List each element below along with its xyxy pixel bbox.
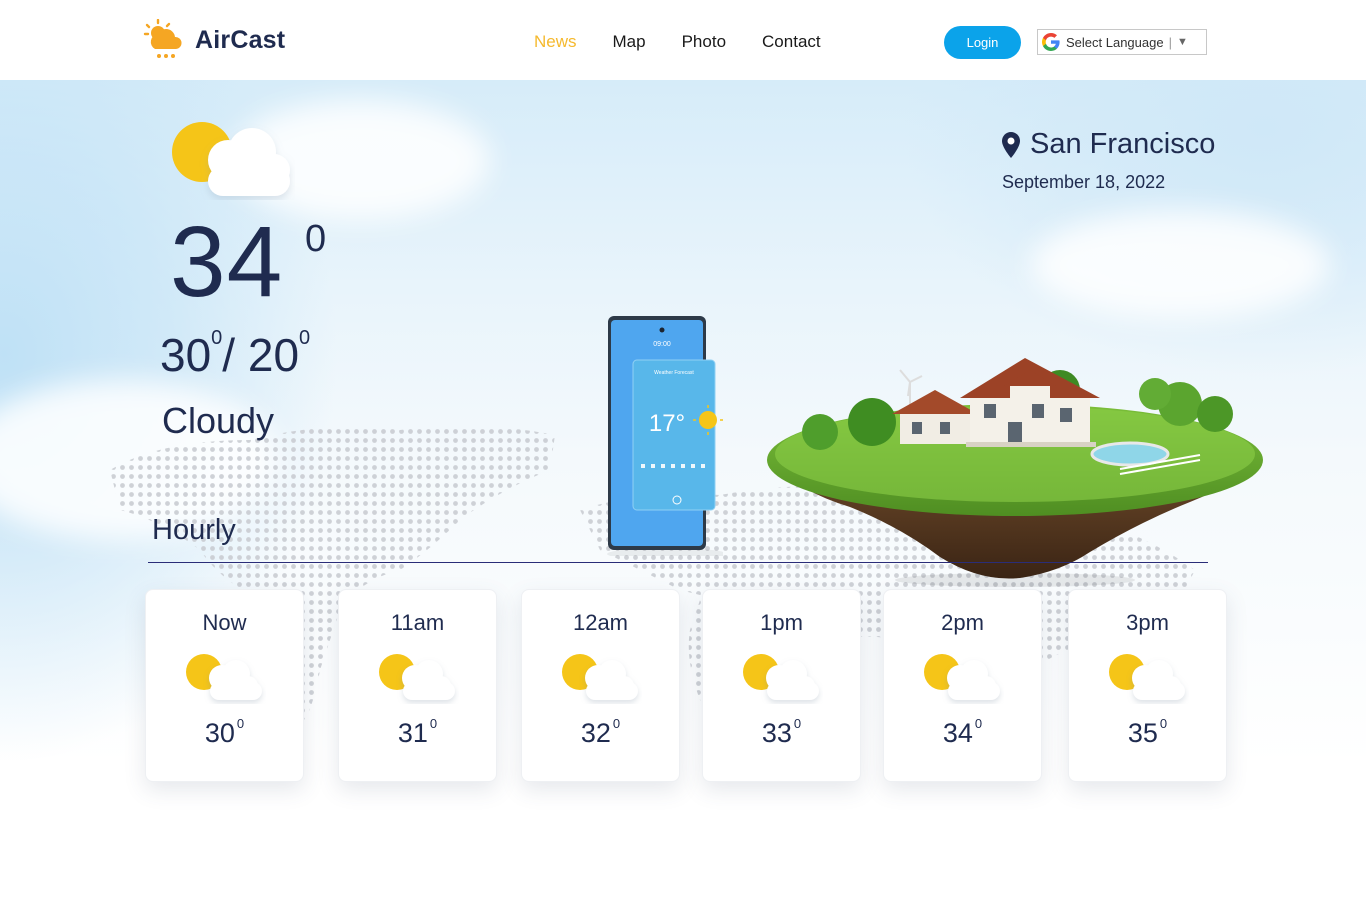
hourly-temperature-value: 35 [1127, 718, 1158, 748]
temperature-high-degree: 0 [211, 327, 223, 349]
current-temperature-degree: 0 [305, 218, 327, 260]
location: San Francisco [1002, 128, 1215, 161]
svg-text:17°: 17° [649, 410, 685, 437]
hourly-temperature-value: 34 [942, 718, 973, 748]
temperature-range: 300/ 200 [160, 328, 310, 381]
nav-item-map[interactable]: Map [613, 32, 646, 52]
language-label: Select Language [1066, 34, 1164, 50]
login-button[interactable]: Login [944, 26, 1021, 59]
hourly-time: 3pm [1126, 610, 1169, 635]
hourly-time: 2pm [941, 610, 984, 635]
hourly-temperature-degree: 0 [974, 716, 983, 731]
brand-logo[interactable]: AirCast [143, 19, 285, 61]
hourly-title: Hourly [152, 514, 236, 546]
current-temperature: 34 [170, 206, 284, 318]
hourly-card[interactable]: 11am 31 0 [338, 589, 497, 782]
sun-cloud-rain-icon [143, 19, 182, 58]
temperature-low-degree: 0 [299, 327, 311, 349]
hourly-temperature: 30 0 [146, 716, 303, 749]
hourly-time: 11am [390, 610, 445, 635]
hourly-temperature: 31 0 [339, 716, 496, 749]
hourly-card[interactable]: Now 30 0 [145, 589, 304, 782]
hourly-temperature-degree: 0 [1159, 716, 1168, 731]
partly-cloudy-icon [562, 654, 638, 700]
partly-cloudy-icon [379, 654, 455, 700]
google-icon [1042, 33, 1060, 51]
hourly-divider [148, 562, 1208, 563]
nav-item-contact[interactable]: Contact [762, 32, 821, 52]
phone-app-image: 09:00 Weather Forecast 17° [607, 316, 723, 556]
nav-item-photo[interactable]: Photo [682, 32, 726, 52]
hourly-card[interactable]: 12am 32 0 [521, 589, 680, 782]
hourly-temperature-value: 32 [580, 718, 611, 748]
hourly-temperature-value: 30 [204, 718, 235, 748]
hourly-temperature-degree: 0 [429, 716, 438, 731]
site-header: AirCast News Map Photo Contact Login Sel… [0, 0, 1366, 80]
temperature-high: 30 [160, 329, 212, 381]
hourly-temperature-value: 31 [397, 718, 428, 748]
partly-cloudy-icon [1109, 654, 1185, 700]
current-date: September 18, 2022 [1002, 172, 1166, 192]
hourly-time: 12am [572, 610, 629, 635]
partly-cloudy-icon [186, 654, 262, 700]
temperature-separator: / [222, 329, 236, 381]
partly-cloudy-icon [924, 654, 1000, 700]
city-name: San Francisco [1030, 128, 1216, 160]
weather-condition: Cloudy [162, 400, 275, 441]
svg-text:Weather Forecast: Weather Forecast [654, 370, 694, 376]
svg-text:09:00: 09:00 [653, 341, 671, 348]
hourly-temperature: 35 0 [1069, 716, 1226, 749]
chevron-down-icon: ▼ [1176, 36, 1188, 48]
language-separator: | [1168, 34, 1172, 50]
nav-item-news[interactable]: News [534, 32, 577, 52]
background-cloud [1030, 210, 1330, 320]
floating-island-house-image [767, 358, 1263, 587]
hourly-card[interactable]: 3pm 35 0 [1068, 589, 1227, 782]
hourly-temperature-value: 33 [761, 718, 792, 748]
hourly-time: Now [202, 610, 247, 635]
hourly-temperature-degree: 0 [793, 716, 802, 731]
temperature-low: 20 [247, 329, 300, 381]
hourly-temperature: 34 0 [884, 716, 1041, 749]
hourly-card[interactable]: 2pm 34 0 [883, 589, 1042, 782]
hourly-temperature: 32 0 [522, 716, 679, 749]
hourly-temperature-degree: 0 [612, 716, 621, 731]
hourly-temperature: 33 0 [703, 716, 860, 749]
hourly-card[interactable]: 1pm 33 0 [702, 589, 861, 782]
main-nav: News Map Photo Contact [534, 32, 857, 52]
location-pin-icon [1002, 131, 1020, 158]
brand-name: AirCast [195, 25, 286, 54]
language-select[interactable]: Select Language | ▼ [1037, 29, 1207, 55]
partly-cloudy-icon [172, 122, 290, 196]
hourly-temperature-degree: 0 [236, 716, 245, 731]
partly-cloudy-icon [743, 654, 819, 700]
hourly-time: 1pm [760, 610, 803, 635]
